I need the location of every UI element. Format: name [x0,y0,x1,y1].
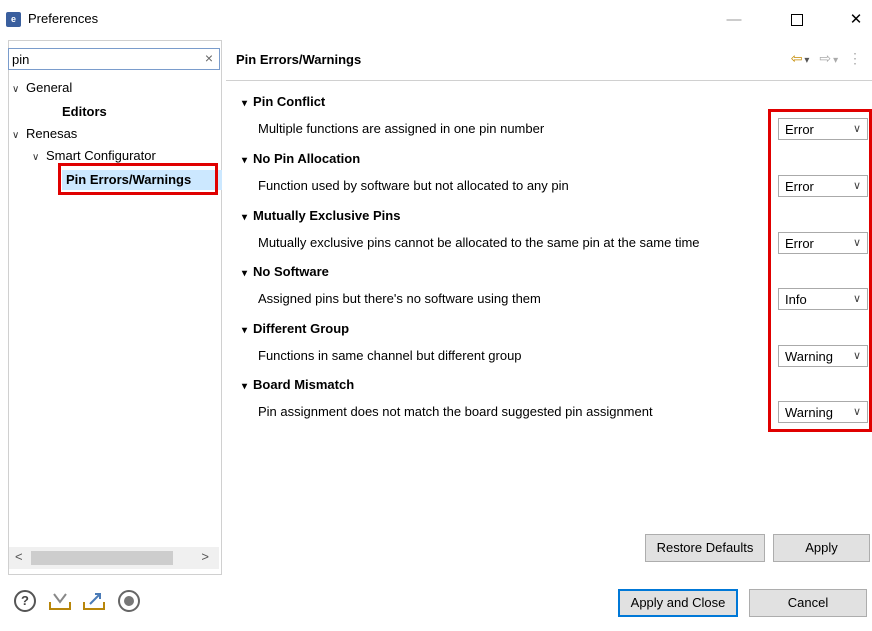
maximize-button[interactable] [777,4,817,36]
forward-dropdown-icon[interactable]: ▾ [833,55,838,66]
help-icon[interactable]: ? [14,590,36,612]
page-title: Pin Errors/Warnings [236,52,362,67]
collapse-icon: ▾ [242,98,248,109]
filter-input[interactable] [12,51,182,67]
cancel-button[interactable]: Cancel [749,589,867,617]
tree-item-label: Renesas [26,126,78,141]
scroll-left-icon[interactable]: < [15,549,23,564]
section-heading: Board Mismatch [253,377,355,392]
tree-item-label: Smart Configurator [46,148,156,163]
section-no-software[interactable]: ▾ No Software [242,264,329,279]
apply-and-close-button[interactable]: Apply and Close [618,589,738,617]
back-dropdown-icon[interactable]: ▾ [804,55,809,66]
app-icon: e [6,12,21,27]
collapse-icon: ▾ [242,212,248,223]
chevron-down-icon: ∨ [32,152,40,163]
tree-item-label: General [26,80,73,95]
export-glyph [83,593,105,610]
tree-item-general[interactable]: ∨ General [12,78,72,98]
section-different-group[interactable]: ▾ Different Group [242,321,349,336]
section-heading: Pin Conflict [253,94,326,109]
chevron-down-icon: ∨ [12,130,20,141]
highlight-box-tree [58,163,218,195]
collapse-icon: ▾ [242,381,248,392]
section-pin-conflict[interactable]: ▾ Pin Conflict [242,94,325,109]
section-description: Assigned pins but there's no software us… [258,291,541,306]
tree-item-editors[interactable]: Editors [62,102,107,122]
section-heading: Different Group [253,321,350,336]
back-arrow-icon[interactable]: ⇦ [791,50,803,66]
section-description: Functions in same channel but different … [258,348,522,363]
horizontal-scrollbar[interactable]: < > [9,547,219,569]
section-description: Pin assignment does not match the board … [258,404,653,419]
section-no-pin-allocation[interactable]: ▾ No Pin Allocation [242,151,360,166]
import-glyph [49,593,71,610]
forward-arrow-icon[interactable]: ⇨ [819,50,831,66]
preference-tree-pane [8,40,222,575]
section-description: Function used by software but not alloca… [258,178,569,193]
apply-button[interactable]: Apply [773,534,870,562]
section-heading: No Software [253,264,329,279]
scrollbar-thumb[interactable] [31,551,173,565]
collapse-icon: ▾ [242,325,248,336]
filter-field[interactable]: × [8,48,220,70]
tree-item-label: Editors [62,104,107,119]
close-button[interactable]: ✕ [836,4,872,36]
view-menu-icon[interactable]: ⋮ [848,50,862,66]
chevron-down-icon: ∨ [12,84,20,95]
collapse-icon: ▾ [242,155,248,166]
tree-item-renesas[interactable]: ∨ Renesas [12,124,77,144]
nav-toolbar: ⇦ ▾ ⇨ ▾ ⋮ [785,50,862,67]
collapse-icon: ▾ [242,268,248,279]
highlight-box-severity [768,109,872,432]
restore-defaults-button[interactable]: Restore Defaults [645,534,765,562]
window-title: Preferences [28,11,99,26]
title-bar: e Preferences — ✕ [0,0,872,40]
export-icon[interactable] [82,590,105,612]
minimize-button[interactable]: — [714,4,754,36]
import-icon[interactable] [48,590,71,612]
section-heading: No Pin Allocation [253,151,361,166]
section-description: Multiple functions are assigned in one p… [258,121,545,136]
section-mutually-exclusive-pins[interactable]: ▾ Mutually Exclusive Pins [242,208,400,223]
section-description: Mutually exclusive pins cannot be alloca… [258,235,700,250]
scroll-right-icon[interactable]: > [201,549,209,564]
maximize-icon [791,14,803,27]
page-header: Pin Errors/Warnings ⇦ ▾ ⇨ ▾ ⋮ [226,40,872,81]
clear-filter-icon[interactable]: × [205,50,213,66]
record-icon[interactable] [118,590,140,612]
section-heading: Mutually Exclusive Pins [253,208,401,223]
section-board-mismatch[interactable]: ▾ Board Mismatch [242,377,354,392]
